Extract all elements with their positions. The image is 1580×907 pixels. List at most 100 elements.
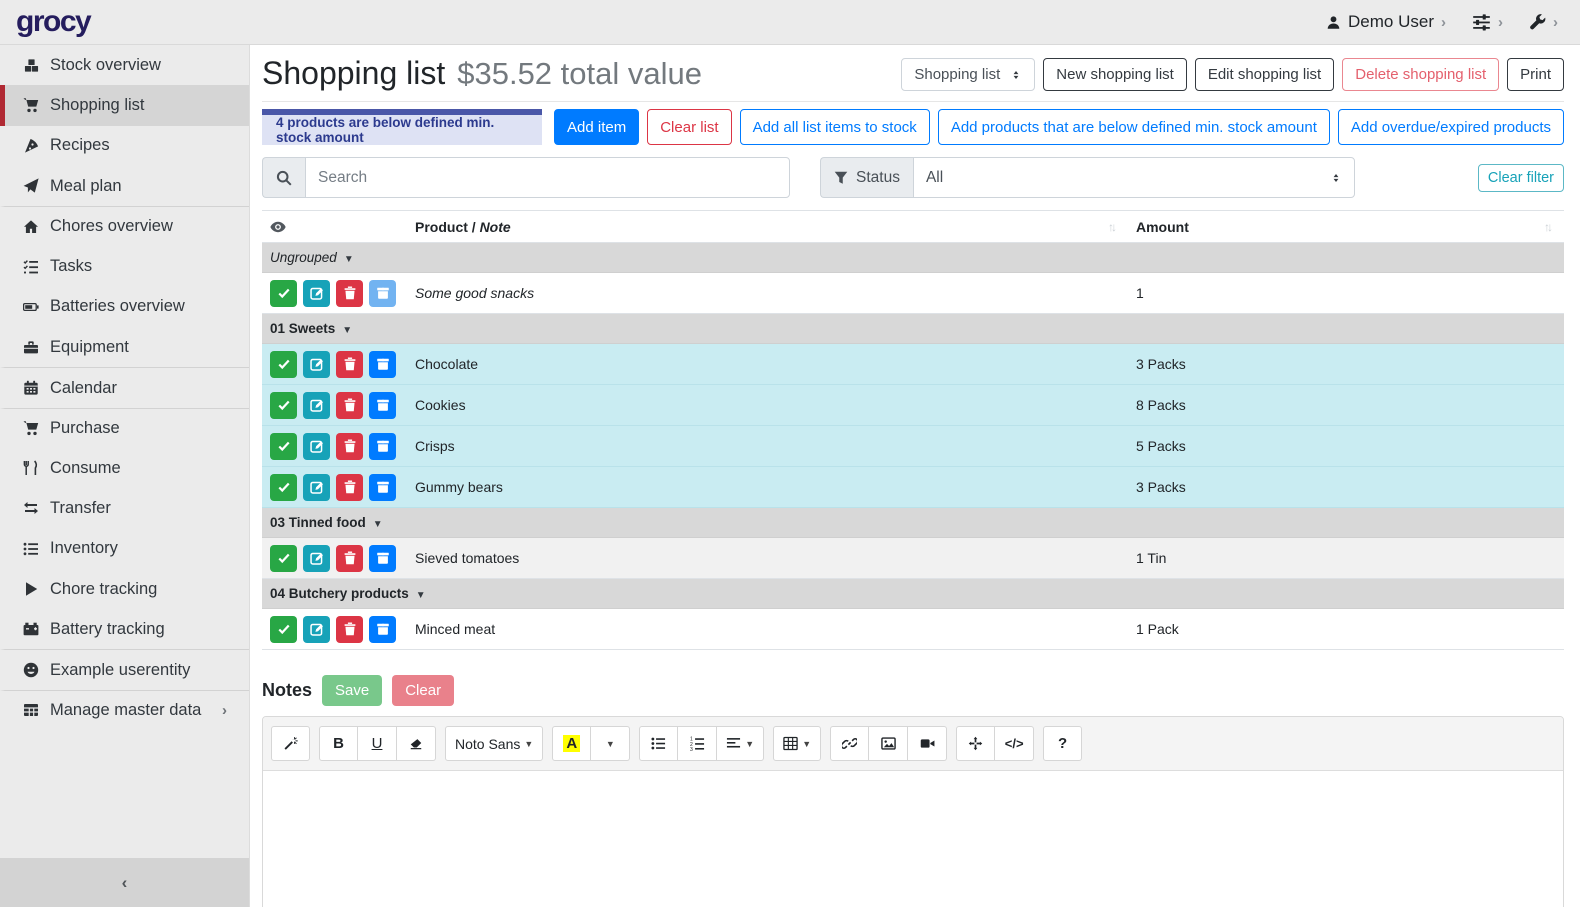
- sidebar-item-batteries-overview[interactable]: Batteries overview: [0, 287, 249, 327]
- add-to-stock-button[interactable]: [369, 474, 396, 501]
- sidebar-item-recipes[interactable]: Recipes: [0, 126, 249, 166]
- editor-content[interactable]: [263, 771, 1563, 907]
- font-color-button[interactable]: A: [552, 726, 591, 761]
- product-column-header[interactable]: Product / Note ↑↓: [407, 211, 1128, 243]
- mark-done-button[interactable]: [270, 474, 297, 501]
- sidebar-item-inventory[interactable]: Inventory: [0, 529, 249, 569]
- edit-item-button[interactable]: [303, 392, 330, 419]
- sidebar-item-tasks[interactable]: Tasks: [0, 246, 249, 286]
- delete-shopping-list-button[interactable]: Delete shopping list: [1342, 58, 1499, 91]
- delete-item-button[interactable]: [336, 474, 363, 501]
- edit-item-button[interactable]: [303, 351, 330, 378]
- add-item-button[interactable]: Add item: [554, 109, 639, 145]
- notes-clear-button[interactable]: Clear: [392, 675, 454, 706]
- select-caret-icon: [1010, 69, 1022, 81]
- shopping-list-select[interactable]: Shopping list: [901, 58, 1035, 91]
- add-to-stock-button[interactable]: [369, 351, 396, 378]
- sidebar-item-shopping-list[interactable]: Shopping list: [0, 85, 249, 125]
- sidebar-item-stock-overview[interactable]: Stock overview: [0, 45, 249, 85]
- delete-item-button[interactable]: [336, 545, 363, 572]
- help-button[interactable]: ?: [1043, 726, 1082, 761]
- sidebar-item-chore-tracking[interactable]: Chore tracking: [0, 569, 249, 609]
- amount-column-header[interactable]: Amount ↑↓: [1128, 211, 1564, 243]
- delete-item-button[interactable]: [336, 616, 363, 643]
- mark-done-button[interactable]: [270, 616, 297, 643]
- product-group-row[interactable]: 04 Butchery products▼: [262, 579, 1564, 609]
- sidebar-item-label: Recipes: [50, 136, 110, 155]
- admin-menu[interactable]: ›: [1529, 14, 1558, 31]
- sidebar-item-calendar[interactable]: Calendar: [0, 367, 249, 407]
- notes-save-button[interactable]: Save: [322, 675, 382, 706]
- delete-item-button[interactable]: [336, 280, 363, 307]
- box-icon: [376, 286, 390, 300]
- delete-item-button[interactable]: [336, 351, 363, 378]
- sidebar-item-manage-master-data[interactable]: Manage master data›: [0, 690, 249, 730]
- mark-done-button[interactable]: [270, 545, 297, 572]
- mark-done-button[interactable]: [270, 351, 297, 378]
- edit-item-button[interactable]: [303, 433, 330, 460]
- product-group-row[interactable]: 03 Tinned food▼: [262, 508, 1564, 538]
- visibility-column-header[interactable]: [262, 211, 407, 243]
- product-group-row[interactable]: Ungrouped▼: [262, 243, 1564, 273]
- sort-icon[interactable]: ↑↓: [1108, 220, 1120, 234]
- sidebar-item-transfer[interactable]: Transfer: [0, 488, 249, 528]
- video-button[interactable]: [908, 726, 947, 761]
- search-input[interactable]: [305, 157, 790, 198]
- edit-item-button[interactable]: [303, 280, 330, 307]
- font-color-caret-button[interactable]: ▼: [591, 726, 630, 761]
- delete-item-button[interactable]: [336, 392, 363, 419]
- add-to-stock-button[interactable]: [369, 545, 396, 572]
- mark-done-button[interactable]: [270, 392, 297, 419]
- add-to-stock-button[interactable]: [369, 392, 396, 419]
- paragraph-align-button[interactable]: ▼: [717, 726, 764, 761]
- product-group-row[interactable]: 01 Sweets▼: [262, 314, 1564, 344]
- clear-filter-button[interactable]: Clear filter: [1478, 164, 1564, 192]
- edit-item-button[interactable]: [303, 616, 330, 643]
- status-select[interactable]: All: [913, 157, 1355, 198]
- fullscreen-button[interactable]: [956, 726, 995, 761]
- edit-item-button[interactable]: [303, 474, 330, 501]
- sidebar-item-consume[interactable]: Consume: [0, 448, 249, 488]
- edit-shopping-list-button[interactable]: Edit shopping list: [1195, 58, 1334, 91]
- editor-toolbar-group: [830, 726, 947, 761]
- eraser-button[interactable]: [397, 726, 436, 761]
- status-filter-group: Status All: [820, 157, 1355, 198]
- edit-item-button[interactable]: [303, 545, 330, 572]
- table-button[interactable]: ▼: [773, 726, 821, 761]
- add-products-that-are-below-defined-min--button[interactable]: Add products that are below defined min.…: [938, 109, 1330, 145]
- new-shopping-list-button[interactable]: New shopping list: [1043, 58, 1187, 91]
- add-to-stock-button[interactable]: [369, 433, 396, 460]
- font-name-button[interactable]: Noto Sans▼: [445, 726, 543, 761]
- bold-button[interactable]: B: [319, 726, 358, 761]
- codeview-button[interactable]: </>: [995, 726, 1034, 761]
- link-button[interactable]: [830, 726, 869, 761]
- magic-wand-button[interactable]: [271, 726, 310, 761]
- sidebar-item-label: Battery tracking: [50, 620, 165, 639]
- picture-button[interactable]: [869, 726, 908, 761]
- print-button[interactable]: Print: [1507, 58, 1564, 91]
- user-name: Demo User: [1348, 12, 1434, 32]
- shopping-list-row: Gummy bears3 Packs: [262, 467, 1564, 508]
- add-all-list-items-to-stock-button[interactable]: Add all list items to stock: [740, 109, 930, 145]
- settings-menu[interactable]: ›: [1472, 13, 1503, 32]
- sidebar-item-equipment[interactable]: Equipment: [0, 327, 249, 367]
- sidebar-collapse-button[interactable]: ‹: [0, 858, 249, 907]
- clear-list-button[interactable]: Clear list: [647, 109, 731, 145]
- underline-button[interactable]: U: [358, 726, 397, 761]
- mark-done-button[interactable]: [270, 433, 297, 460]
- mark-done-button[interactable]: [270, 280, 297, 307]
- delete-item-button[interactable]: [336, 433, 363, 460]
- sort-icon[interactable]: ↑↓: [1544, 220, 1556, 234]
- sidebar-item-purchase[interactable]: Purchase: [0, 408, 249, 448]
- unordered-list-button[interactable]: [639, 726, 678, 761]
- ordered-list-button[interactable]: 123: [678, 726, 717, 761]
- notes-heading: Notes: [262, 680, 312, 701]
- sidebar-item-meal-plan[interactable]: Meal plan: [0, 166, 249, 206]
- sidebar-item-chores-overview[interactable]: Chores overview: [0, 206, 249, 246]
- user-menu[interactable]: Demo User ›: [1326, 12, 1446, 32]
- add-to-stock-button[interactable]: [369, 616, 396, 643]
- add-overdue-expired-products-button[interactable]: Add overdue/expired products: [1338, 109, 1564, 145]
- sidebar-item-example-userentity[interactable]: Example userentity: [0, 649, 249, 689]
- sidebar-item-battery-tracking[interactable]: Battery tracking: [0, 609, 249, 649]
- add-to-stock-button[interactable]: [369, 280, 396, 307]
